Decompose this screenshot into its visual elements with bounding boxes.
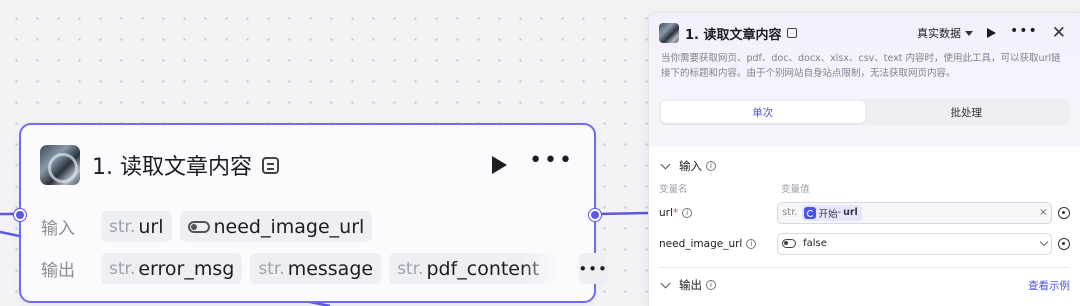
info-icon[interactable]: i bbox=[682, 207, 693, 218]
copy-id-icon[interactable] bbox=[261, 156, 279, 174]
input-chip-need-image-url: need_image_url bbox=[179, 211, 373, 242]
panel-header: 1. 读取文章内容 真实数据 ••• ✕ bbox=[659, 13, 1070, 51]
article-reader-icon bbox=[40, 145, 80, 185]
variable-picker-icon[interactable] bbox=[1058, 237, 1071, 250]
node-header: 1. 读取文章内容 ••• bbox=[40, 144, 574, 186]
boolean-icon bbox=[187, 220, 210, 233]
node-inputs-row: 输入 str. url need_image_url bbox=[41, 211, 373, 242]
variable-picker-icon[interactable] bbox=[1058, 206, 1071, 219]
node-title[interactable]: 1. 读取文章内容 bbox=[92, 149, 252, 181]
var-name-url: url * i bbox=[659, 207, 777, 219]
tool-description: 当你需要获取网页、pdf、doc、docx、xlsx、csv、text 内容时，… bbox=[661, 53, 1061, 79]
chevron-down-icon[interactable] bbox=[1040, 237, 1049, 246]
run-mode-tabs: 单次 批处理 bbox=[659, 99, 1070, 125]
output-section-header[interactable]: 输出 i 查看示例 bbox=[659, 272, 1070, 298]
var-name-need-image-url: need_image_url i bbox=[659, 238, 777, 250]
node-settings-panel: 1. 读取文章内容 真实数据 ••• ✕ 当你需要获取网页、pdf、doc、do… bbox=[648, 12, 1080, 306]
start-node-icon bbox=[803, 206, 816, 219]
panel-header-area: 1. 读取文章内容 真实数据 ••• ✕ 当你需要获取网页、pdf、doc、do… bbox=[649, 13, 1080, 147]
data-mode-select[interactable]: 真实数据 bbox=[917, 25, 973, 41]
info-icon[interactable]: i bbox=[746, 238, 757, 249]
article-reader-icon bbox=[659, 23, 679, 43]
copy-id-icon[interactable] bbox=[786, 28, 797, 38]
output-chip-error-msg: str. error_msg bbox=[101, 253, 243, 284]
need-image-url-select[interactable]: false bbox=[777, 232, 1053, 255]
caret-down-icon bbox=[964, 30, 973, 36]
boolean-icon bbox=[782, 239, 797, 248]
more-options-button[interactable]: ••• bbox=[1010, 24, 1038, 38]
info-icon[interactable]: i bbox=[706, 280, 716, 290]
input-column-headers: 变量名 变量值 bbox=[659, 184, 810, 195]
output-port[interactable] bbox=[589, 209, 601, 221]
tab-single[interactable]: 单次 bbox=[661, 101, 865, 123]
section-divider bbox=[659, 267, 1070, 268]
node-outputs-row: 输出 str. error_msg str. message str. pdf_… bbox=[41, 253, 608, 284]
more-outputs-button[interactable]: ••• bbox=[578, 253, 608, 284]
input-port[interactable] bbox=[14, 209, 26, 221]
chevron-down-icon bbox=[660, 278, 671, 289]
input-row-need-image-url: need_image_url i false bbox=[659, 228, 1071, 259]
edge-outgoing[interactable] bbox=[595, 211, 649, 216]
input-section: 输入 i 变量名 变量值 url * i str. 开始 - url × nee… bbox=[649, 153, 1080, 306]
workflow-node-read-article[interactable]: 1. 读取文章内容 ••• 输入 str. url need_image_url… bbox=[14, 123, 608, 303]
variable-reference-chip[interactable]: 开始 - url bbox=[801, 204, 862, 221]
outputs-label: 输出 bbox=[41, 261, 75, 281]
output-chip-pdf-content: str. pdf_content bbox=[389, 253, 560, 284]
run-node-button[interactable] bbox=[492, 156, 508, 174]
url-value-field[interactable]: str. 开始 - url × bbox=[777, 201, 1053, 224]
panel-title[interactable]: 1. 读取文章内容 bbox=[685, 24, 782, 43]
tab-batch[interactable]: 批处理 bbox=[865, 101, 1069, 123]
input-chip-url: str. url bbox=[101, 211, 172, 242]
view-example-link[interactable]: 查看示例 bbox=[1028, 278, 1070, 293]
info-icon[interactable]: i bbox=[706, 161, 716, 171]
chevron-down-icon bbox=[660, 159, 671, 170]
inputs-label: 输入 bbox=[41, 219, 75, 239]
close-icon[interactable]: ✕ bbox=[1052, 24, 1066, 42]
input-row-url: url * i str. 开始 - url × bbox=[659, 197, 1071, 228]
clear-icon[interactable]: × bbox=[1039, 207, 1047, 218]
more-options-button[interactable]: ••• bbox=[529, 150, 574, 172]
output-chip-message: str. message bbox=[250, 253, 382, 284]
input-section-header[interactable]: 输入 i bbox=[659, 153, 1070, 179]
run-button[interactable] bbox=[986, 28, 996, 38]
